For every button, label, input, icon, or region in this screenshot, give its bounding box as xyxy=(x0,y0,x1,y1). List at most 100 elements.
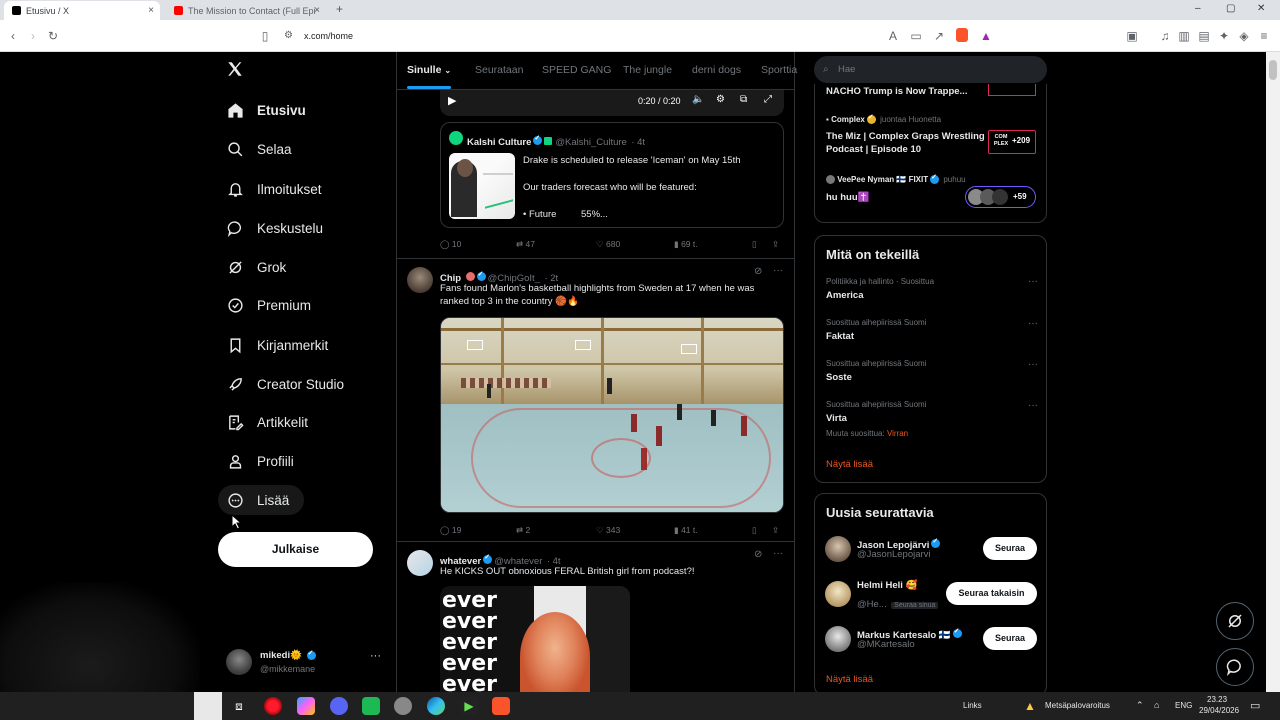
brave-shield-icon[interactable] xyxy=(956,28,968,42)
space-title[interactable]: The Miz | Complex Graps Wrestling Podcas… xyxy=(826,130,986,156)
follow-button[interactable]: Seuraa xyxy=(983,537,1037,560)
links-toolbar[interactable]: Links xyxy=(963,701,982,710)
like-button[interactable]: ♡ 343 xyxy=(596,525,620,536)
bookmark-tweet-icon[interactable]: ▯ xyxy=(752,525,757,536)
site-info-icon[interactable]: ⚙ xyxy=(284,25,293,47)
follow-suggestion[interactable]: Helmi Heli 🥰 @He... Seuraa sinua Seuraa … xyxy=(815,577,1046,613)
avatar[interactable] xyxy=(407,550,433,576)
play-app-icon[interactable]: ▶ xyxy=(460,697,478,715)
sidebar-item-explore[interactable]: Selaa xyxy=(226,134,292,164)
edge-icon[interactable] xyxy=(427,697,445,715)
account-switcher[interactable]: mikedi🌞 @mikkemane ··· xyxy=(226,646,386,682)
media-icon[interactable]: ♫ xyxy=(1158,29,1172,43)
close-tab-icon[interactable]: × xyxy=(148,5,154,16)
retweet-button[interactable]: ⇄ 2 xyxy=(516,525,530,536)
sidebar-toggle-icon[interactable]: ▣ xyxy=(1125,29,1139,43)
clock-date[interactable]: 29/04/2026 xyxy=(1199,706,1239,715)
sidebar-item-home[interactable]: Etusivu xyxy=(226,95,306,125)
tweet[interactable]: ▶ 0:20 / 0:20 🔈 ⚙ ⧉ ⤢ Kalshi Culture@Kal… xyxy=(397,88,794,259)
trend-more-icon[interactable]: ··· xyxy=(1028,359,1038,370)
fullscreen-icon[interactable]: ⤢ xyxy=(764,94,772,105)
reply-button[interactable]: ◯ 10 xyxy=(440,239,461,250)
follow-suggestion[interactable]: Markus Kartesalo 🇫🇮 @MKartesalo Seuraa xyxy=(815,622,1046,658)
notification-icon[interactable]: ▭ xyxy=(1250,699,1260,712)
quoted-tweet[interactable]: Kalshi Culture@Kalshi_Culture · 4t Drake… xyxy=(440,122,784,228)
minimize-button[interactable]: – xyxy=(1195,3,1201,14)
grok-float-button[interactable] xyxy=(1216,602,1254,640)
tweet-more-icon[interactable]: ··· xyxy=(773,265,783,276)
trend-item[interactable]: Suosittua aihepiirissä Suomi Virta Muuta… xyxy=(815,397,1046,445)
sidebar-item-notifications[interactable]: Ilmoitukset xyxy=(226,174,322,204)
tab-youtube[interactable]: The Mission to Contact (Full Episode × xyxy=(166,1,326,20)
views-button[interactable]: ▮ 41 t. xyxy=(674,525,698,536)
like-button[interactable]: ♡ 680 xyxy=(596,239,620,250)
tab-following[interactable]: Seurataan xyxy=(475,64,523,76)
grok-tweet-icon[interactable]: ⊘ xyxy=(754,549,762,560)
sidebar-item-bookmarks[interactable]: Kirjanmerkit xyxy=(226,330,328,360)
who-show-more-link[interactable]: Näytä lisää xyxy=(826,674,873,685)
space-title[interactable]: hu huu✝️ xyxy=(826,192,869,203)
follow-back-button[interactable]: Seuraa takaisin xyxy=(946,582,1037,605)
space-title[interactable]: NACHO Trump is Now Trappe... xyxy=(826,86,967,97)
maximize-button[interactable]: ▢ xyxy=(1226,3,1235,14)
new-tab-button[interactable]: + xyxy=(336,2,343,16)
app-icon[interactable] xyxy=(362,697,380,715)
cast-icon[interactable]: ▭ xyxy=(909,29,923,43)
bookmark-tweet-icon[interactable]: ▯ xyxy=(752,239,757,250)
window-close-button[interactable]: ✕ xyxy=(1257,3,1265,14)
close-tab-icon[interactable]: × xyxy=(314,5,320,16)
account-more-icon[interactable]: ··· xyxy=(370,650,381,662)
sidebar-item-grok[interactable]: Grok xyxy=(226,252,286,282)
sidebar-item-creator-studio[interactable]: Creator Studio xyxy=(226,369,344,399)
grok-tweet-icon[interactable]: ⊘ xyxy=(754,266,762,277)
post-button[interactable]: Julkaise xyxy=(218,532,373,567)
input-language[interactable]: ENG xyxy=(1175,701,1192,710)
reader-icon[interactable]: ▥ xyxy=(1177,29,1191,43)
tab-x-home[interactable]: Etusivu / X × xyxy=(4,1,160,20)
sidebar-item-messages[interactable]: Keskustelu xyxy=(226,213,323,243)
space-participants[interactable]: +59 xyxy=(965,186,1036,208)
discord-icon[interactable] xyxy=(330,697,348,715)
trend-item[interactable]: Suosittua aihepiirissä Suomi Soste ··· xyxy=(815,356,1046,394)
tweet[interactable]: whatever@whatever · 4t ⊘ ··· He KICKS OU… xyxy=(397,542,794,692)
sidebar-item-profile[interactable]: Profiili xyxy=(226,446,294,476)
trend-more-icon[interactable]: ··· xyxy=(1028,318,1038,329)
search-input[interactable]: ⌕ Hae xyxy=(814,56,1047,83)
follow-button[interactable]: Seuraa xyxy=(983,627,1037,650)
trend-more-icon[interactable]: ··· xyxy=(1028,276,1038,287)
tweet-more-icon[interactable]: ··· xyxy=(773,548,783,559)
brave-icon[interactable] xyxy=(492,697,510,715)
tab-derni-dogs[interactable]: derni dogs xyxy=(692,64,741,76)
pip-icon[interactable]: ⧉ xyxy=(740,94,747,105)
sidebar-item-more[interactable]: Lisää xyxy=(218,485,304,515)
wallet-icon[interactable]: ▤ xyxy=(1197,29,1211,43)
tab-sporttia[interactable]: Sporttia xyxy=(761,64,797,76)
volume-icon[interactable]: 🔈 xyxy=(692,94,704,105)
leo-icon[interactable]: ✦ xyxy=(1217,29,1231,43)
tray-chevron-icon[interactable]: ⌃ xyxy=(1136,700,1144,711)
views-button[interactable]: ▮ 69 t. xyxy=(674,239,698,250)
bookmark-page-icon[interactable]: ▯ xyxy=(258,29,272,43)
trend-item[interactable]: Politiikka ja hallinto · Suosittua Ameri… xyxy=(815,272,1046,310)
sidebar-item-articles[interactable]: Artikkelit xyxy=(226,407,308,437)
tab-speed-gang[interactable]: SPEED GANG xyxy=(542,64,611,76)
reload-icon[interactable]: ↻ xyxy=(46,29,60,43)
video-player[interactable]: ▶ 0:20 / 0:20 🔈 ⚙ ⧉ ⤢ xyxy=(440,88,784,116)
network-icon[interactable]: ⌂ xyxy=(1154,700,1159,710)
tab-the-jungle[interactable]: The jungle xyxy=(623,64,672,76)
share-tweet-icon[interactable]: ⇪ xyxy=(772,525,779,536)
page-scrollbar[interactable] xyxy=(1266,52,1280,692)
trend-more-icon[interactable]: ··· xyxy=(1028,400,1038,411)
space-participants[interactable]: COM PLEX +209 xyxy=(988,130,1036,154)
menu-icon[interactable]: ≡ xyxy=(1257,29,1271,43)
vpn-icon[interactable]: ◈ xyxy=(1237,29,1251,43)
reply-button[interactable]: ◯ 19 xyxy=(440,525,461,536)
follow-suggestion[interactable]: Jason Lepojärvi @JasonLepojarvi Seuraa xyxy=(815,532,1046,568)
brave-rewards-icon[interactable]: ▲ xyxy=(979,29,993,43)
task-view-icon[interactable]: ⧈ xyxy=(230,697,248,715)
back-icon[interactable]: ‹ xyxy=(6,29,20,43)
settings-icon[interactable]: ⚙ xyxy=(716,94,725,105)
tab-for-you[interactable]: Sinulle ⌄ xyxy=(407,64,452,89)
share-icon[interactable]: ↗ xyxy=(932,29,946,43)
forward-icon[interactable]: › xyxy=(26,29,40,43)
